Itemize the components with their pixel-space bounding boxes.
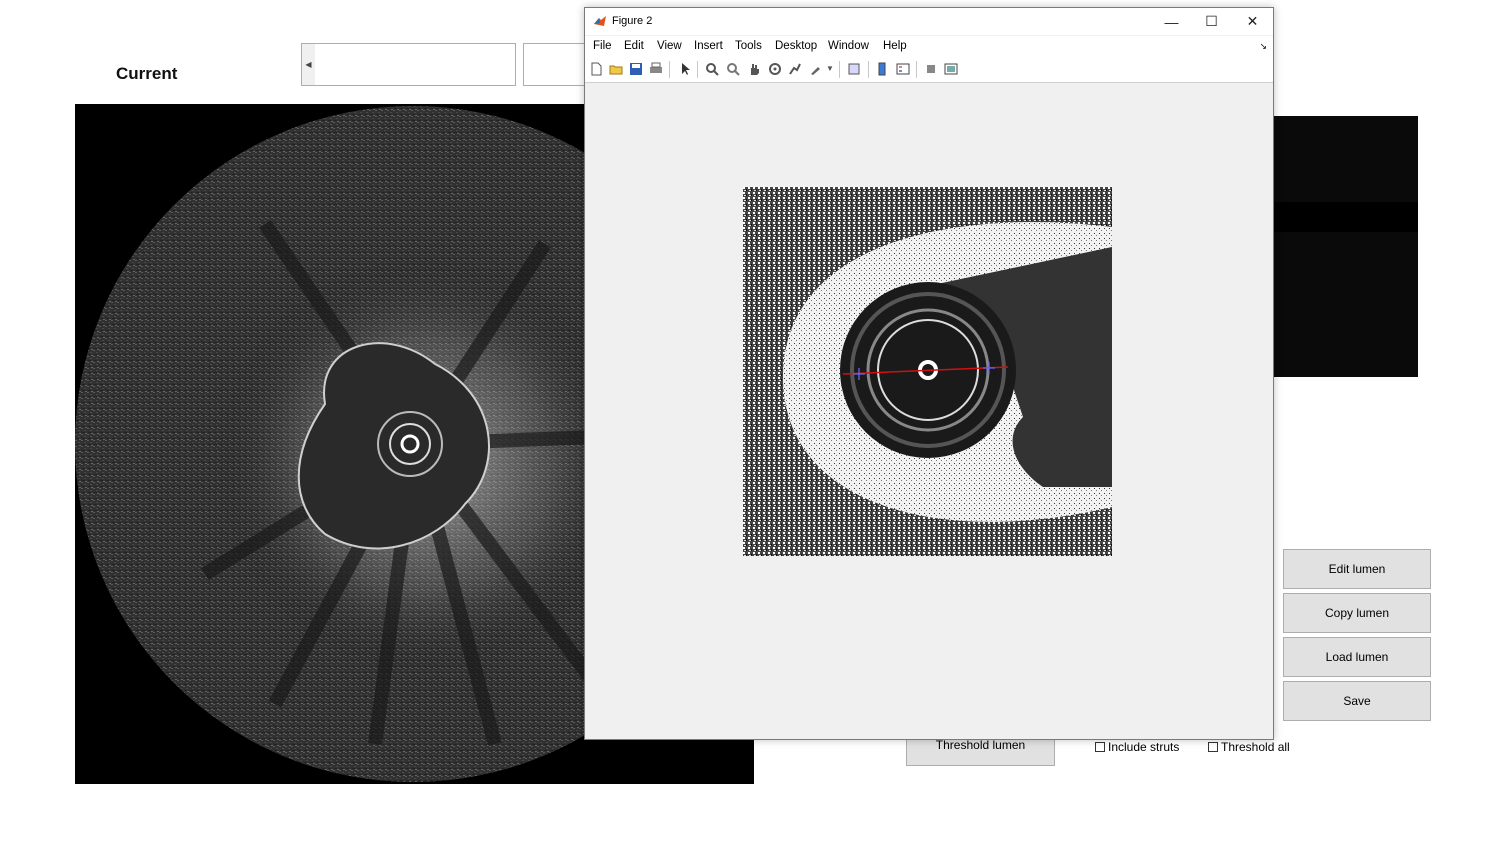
slider-track[interactable] <box>315 43 516 86</box>
toolbar-separator <box>868 61 869 78</box>
menu-help[interactable]: Help <box>883 40 907 52</box>
hide-plot-tools-icon[interactable] <box>924 62 938 76</box>
menu-desktop[interactable]: Desktop <box>775 40 817 52</box>
figure-2-window[interactable]: Figure 2 — ☐ ✕ File Edit View Insert Too… <box>584 7 1274 740</box>
threshold-all-checkbox[interactable]: Threshold all <box>1208 740 1290 754</box>
link-icon[interactable] <box>847 62 861 76</box>
show-plot-tools-icon[interactable] <box>944 62 958 76</box>
threshold-all-label: Threshold all <box>1221 740 1290 754</box>
current-title: Current <box>116 64 178 83</box>
maximize-icon[interactable]: ☐ <box>1191 8 1232 35</box>
menu-tools[interactable]: Tools <box>735 40 762 52</box>
menu-view[interactable]: View <box>657 40 682 52</box>
open-folder-icon[interactable] <box>609 62 623 76</box>
figure-menubar: File Edit View Insert Tools Desktop Wind… <box>585 36 1273 57</box>
include-struts-label: Include struts <box>1108 740 1180 754</box>
dock-arrow-icon[interactable]: ↘ <box>1259 41 1267 52</box>
minimize-icon[interactable]: — <box>1151 8 1192 35</box>
copy-lumen-button[interactable]: Copy lumen <box>1283 593 1431 633</box>
figure-title: Figure 2 <box>612 15 653 27</box>
load-lumen-button[interactable]: Load lumen <box>1283 637 1431 677</box>
legend-icon[interactable] <box>896 62 910 76</box>
toolbar-separator <box>916 61 917 78</box>
brush-icon[interactable] <box>809 62 823 76</box>
include-struts-checkbox[interactable]: Include struts <box>1095 740 1179 754</box>
edit-lumen-button[interactable]: Edit lumen <box>1283 549 1431 589</box>
brush-dropdown-icon[interactable]: ▼ <box>826 64 834 73</box>
data-cursor-icon[interactable] <box>788 62 802 76</box>
menu-insert[interactable]: Insert <box>694 40 723 52</box>
zoom-out-icon[interactable] <box>726 62 740 76</box>
save-icon[interactable] <box>629 62 643 76</box>
new-file-icon[interactable] <box>589 62 603 76</box>
matlab-logo-icon <box>593 14 607 28</box>
menu-file[interactable]: File <box>593 40 612 52</box>
menu-edit[interactable]: Edit <box>624 40 644 52</box>
slider-left-arrow-icon[interactable]: ◀ <box>301 43 316 86</box>
rotate-icon[interactable] <box>768 62 782 76</box>
toolbar-separator <box>697 61 698 78</box>
figure-toolbar: ▼ <box>585 57 1273 83</box>
close-icon[interactable]: ✕ <box>1232 8 1273 35</box>
toolbar-separator <box>839 61 840 78</box>
slider-thumb[interactable] <box>523 43 586 86</box>
longitudinal-preview-image <box>1274 116 1418 377</box>
frame-slider[interactable]: ◀ <box>301 43 586 86</box>
threshold-all-box[interactable] <box>1208 742 1218 752</box>
menu-window[interactable]: Window <box>828 40 869 52</box>
toolbar-separator <box>669 61 670 78</box>
figure-titlebar[interactable]: Figure 2 — ☐ ✕ <box>585 8 1273 35</box>
pan-icon[interactable] <box>747 62 761 76</box>
zoom-in-icon[interactable] <box>705 62 719 76</box>
figure-image-axes[interactable] <box>743 187 1112 556</box>
save-button[interactable]: Save <box>1283 681 1431 721</box>
include-struts-box[interactable] <box>1095 742 1105 752</box>
preview-band <box>1274 202 1418 232</box>
colorbar-icon[interactable] <box>875 62 889 76</box>
print-icon[interactable] <box>649 62 663 76</box>
pointer-icon[interactable] <box>678 62 692 76</box>
